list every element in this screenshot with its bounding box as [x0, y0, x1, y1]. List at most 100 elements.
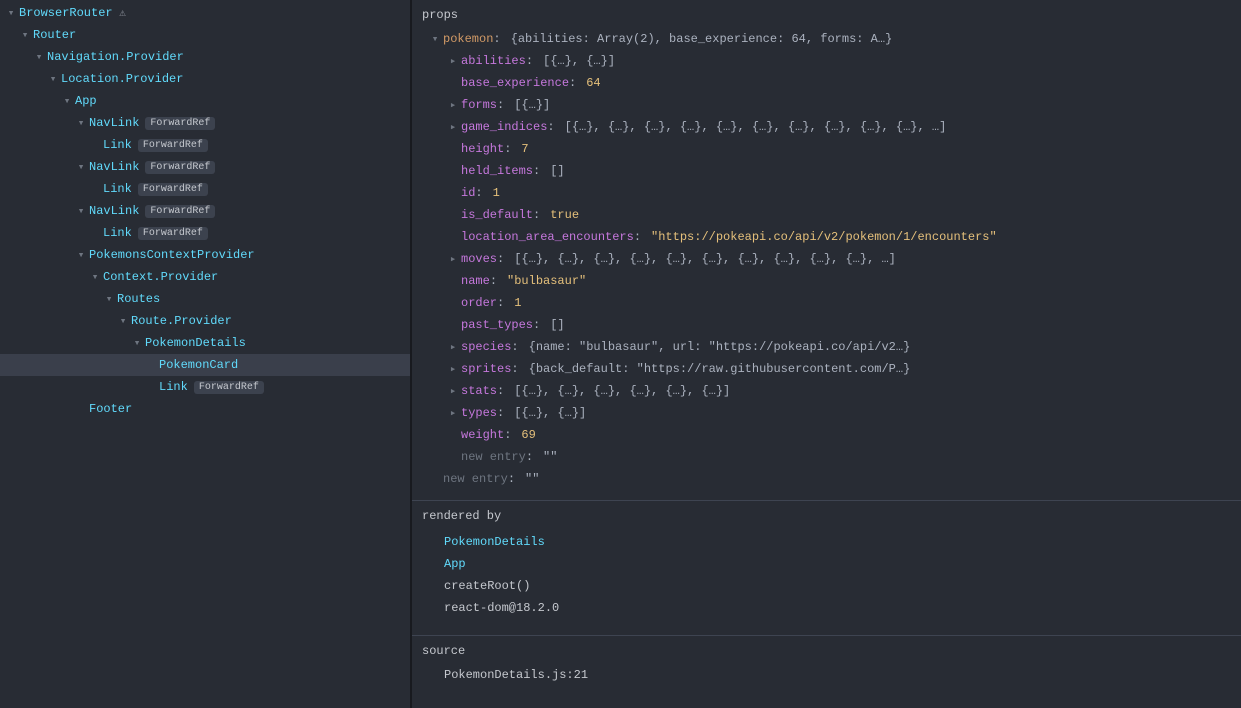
- prop-row-new-entry[interactable]: new entry: "": [412, 446, 1241, 468]
- tree-node-routes[interactable]: Routes: [0, 288, 410, 310]
- toggle-arrow-icon[interactable]: [6, 6, 16, 20]
- prop-value[interactable]: [{…}]: [514, 98, 550, 112]
- prop-value[interactable]: {back_default: "https://raw.githubuserco…: [529, 362, 911, 376]
- expand-arrow-icon[interactable]: [448, 340, 458, 354]
- tree-node-context-provider[interactable]: Context.Provider: [0, 266, 410, 288]
- toggle-arrow-icon[interactable]: [76, 116, 86, 130]
- prop-row-species[interactable]: species: {name: "bulbasaur", url: "https…: [412, 336, 1241, 358]
- prop-value[interactable]: 69: [521, 428, 535, 442]
- prop-row-is_default[interactable]: is_default: true: [412, 204, 1241, 226]
- prop-value[interactable]: [{…}, {…}, {…}, {…}, {…}, {…}]: [514, 384, 730, 398]
- prop-row-location_area_encounters[interactable]: location_area_encounters: "https://pokea…: [412, 226, 1241, 248]
- colon: :: [497, 384, 504, 398]
- tree-node-navigation-provider[interactable]: Navigation.Provider: [0, 46, 410, 68]
- prop-value[interactable]: "": [543, 450, 557, 464]
- rendered-by-item[interactable]: PokemonDetails: [412, 531, 1241, 553]
- tree-node-browserrouter[interactable]: BrowserRouter: [0, 2, 410, 24]
- toggle-arrow-icon[interactable]: [20, 28, 30, 42]
- expand-arrow-icon[interactable]: [448, 98, 458, 112]
- prop-row-sprites[interactable]: sprites: {back_default: "https://raw.git…: [412, 358, 1241, 380]
- tree-node-footer[interactable]: Footer: [0, 398, 410, 420]
- prop-value[interactable]: 64: [586, 76, 600, 90]
- tree-node-pokemoncard[interactable]: PokemonCard: [0, 354, 410, 376]
- prop-key: name: [461, 274, 490, 288]
- expand-arrow-icon[interactable]: [448, 362, 458, 376]
- expand-arrow-icon[interactable]: [448, 252, 458, 266]
- tree-node-location-provider[interactable]: Location.Provider: [0, 68, 410, 90]
- prop-value[interactable]: 1: [493, 186, 500, 200]
- toggle-arrow-icon[interactable]: [132, 336, 142, 350]
- component-link[interactable]: App: [444, 557, 466, 571]
- expand-arrow-icon[interactable]: [448, 54, 458, 68]
- prop-row-base_experience[interactable]: base_experience: 64: [412, 72, 1241, 94]
- tree-node-link[interactable]: LinkForwardRef: [0, 222, 410, 244]
- prop-row-new-entry[interactable]: new entry: "": [412, 468, 1241, 490]
- colon: :: [508, 472, 515, 486]
- prop-value[interactable]: {name: "bulbasaur", url: "https://pokeap…: [529, 340, 911, 354]
- component-link[interactable]: PokemonDetails: [444, 535, 545, 549]
- tree-node-pokemonscontextprovider[interactable]: PokemonsContextProvider: [0, 244, 410, 266]
- expand-arrow-icon[interactable]: [448, 384, 458, 398]
- prop-value[interactable]: 7: [521, 142, 528, 156]
- expand-arrow-icon[interactable]: [430, 32, 440, 46]
- prop-row-game_indices[interactable]: game_indices: [{…}, {…}, {…}, {…}, {…}, …: [412, 116, 1241, 138]
- prop-row-moves[interactable]: moves: [{…}, {…}, {…}, {…}, {…}, {…}, {……: [412, 248, 1241, 270]
- toggle-arrow-icon[interactable]: [48, 72, 58, 86]
- toggle-arrow-icon[interactable]: [104, 292, 114, 306]
- prop-value[interactable]: [{…}, {…}]: [514, 406, 586, 420]
- prop-value[interactable]: [{…}, {…}, {…}, {…}, {…}, {…}, {…}, {…},…: [565, 120, 947, 134]
- inspector-pane[interactable]: props pokemon: {abilities: Array(2), bas…: [412, 0, 1241, 708]
- tree-node-link[interactable]: LinkForwardRef: [0, 178, 410, 200]
- tree-node-link[interactable]: LinkForwardRef: [0, 134, 410, 156]
- tree-node-navlink[interactable]: NavLinkForwardRef: [0, 200, 410, 222]
- rendered-by-item: react-dom@18.2.0: [412, 597, 1241, 619]
- forwardref-badge: ForwardRef: [138, 227, 208, 240]
- prop-value[interactable]: "bulbasaur": [507, 274, 586, 288]
- prop-row-forms[interactable]: forms: [{…}]: [412, 94, 1241, 116]
- prop-value[interactable]: true: [550, 208, 579, 222]
- rendered-by-item[interactable]: App: [412, 553, 1241, 575]
- toggle-arrow-icon[interactable]: [118, 314, 128, 328]
- tree-node-navlink[interactable]: NavLinkForwardRef: [0, 156, 410, 178]
- prop-value[interactable]: 1: [514, 296, 521, 310]
- component-name: Context.Provider: [103, 270, 218, 284]
- component-tree-pane[interactable]: BrowserRouterRouterNavigation.ProviderLo…: [0, 0, 412, 708]
- toggle-arrow-icon[interactable]: [76, 248, 86, 262]
- tree-node-router[interactable]: Router: [0, 24, 410, 46]
- toggle-arrow-icon[interactable]: [34, 50, 44, 64]
- prop-row-pokemon[interactable]: pokemon: {abilities: Array(2), base_expe…: [412, 28, 1241, 50]
- toggle-arrow-icon[interactable]: [62, 94, 72, 108]
- prop-row-past_types[interactable]: past_types: []: [412, 314, 1241, 336]
- expand-arrow-icon[interactable]: [448, 120, 458, 134]
- toggle-arrow-icon[interactable]: [76, 204, 86, 218]
- prop-row-name[interactable]: name: "bulbasaur": [412, 270, 1241, 292]
- prop-row-stats[interactable]: stats: [{…}, {…}, {…}, {…}, {…}, {…}]: [412, 380, 1241, 402]
- prop-value[interactable]: {abilities: Array(2), base_experience: 6…: [511, 32, 893, 46]
- toggle-arrow-icon[interactable]: [76, 160, 86, 174]
- prop-value[interactable]: []: [550, 164, 564, 178]
- prop-key: order: [461, 296, 497, 310]
- prop-row-held_items[interactable]: held_items: []: [412, 160, 1241, 182]
- prop-value[interactable]: []: [550, 318, 564, 332]
- prop-row-weight[interactable]: weight: 69: [412, 424, 1241, 446]
- prop-row-order[interactable]: order: 1: [412, 292, 1241, 314]
- component-name: Routes: [117, 292, 160, 306]
- toggle-arrow-icon[interactable]: [90, 270, 100, 284]
- prop-row-height[interactable]: height: 7: [412, 138, 1241, 160]
- tree-node-link[interactable]: LinkForwardRef: [0, 376, 410, 398]
- expand-arrow-icon[interactable]: [448, 406, 458, 420]
- colon: :: [511, 362, 518, 376]
- prop-row-id[interactable]: id: 1: [412, 182, 1241, 204]
- prop-value[interactable]: [{…}, {…}, {…}, {…}, {…}, {…}, {…}, {…},…: [514, 252, 896, 266]
- prop-value[interactable]: [{…}, {…}]: [543, 54, 615, 68]
- prop-value[interactable]: "https://pokeapi.co/api/v2/pokemon/1/enc…: [651, 230, 997, 244]
- prop-row-abilities[interactable]: abilities: [{…}, {…}]: [412, 50, 1241, 72]
- colon: :: [533, 164, 540, 178]
- prop-row-types[interactable]: types: [{…}, {…}]: [412, 402, 1241, 424]
- source-location[interactable]: PokemonDetails.js:21: [444, 668, 588, 682]
- tree-node-navlink[interactable]: NavLinkForwardRef: [0, 112, 410, 134]
- tree-node-app[interactable]: App: [0, 90, 410, 112]
- prop-value[interactable]: "": [525, 472, 539, 486]
- tree-node-route-provider[interactable]: Route.Provider: [0, 310, 410, 332]
- tree-node-pokemondetails[interactable]: PokemonDetails: [0, 332, 410, 354]
